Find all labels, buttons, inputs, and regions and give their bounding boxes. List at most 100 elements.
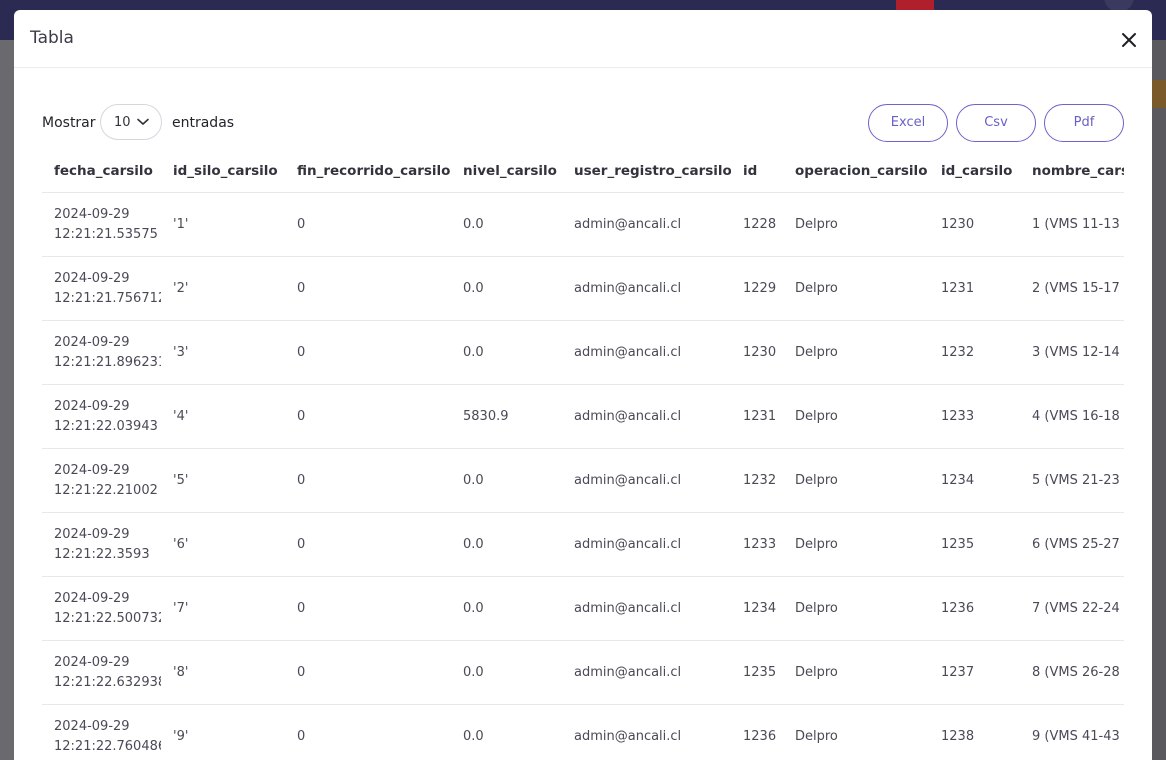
entries-label: entradas	[172, 115, 235, 131]
column-header[interactable]: id_carsilo	[929, 150, 1020, 193]
cell-user: admin@ancali.cl	[562, 320, 731, 385]
background-alert-button	[896, 0, 934, 10]
close-icon	[1122, 33, 1136, 47]
cell-nivel: 0.0	[451, 512, 562, 577]
table-row: 2024-09-29 12:21:21.896231 '3' 0 0.0 admi…	[42, 320, 1124, 385]
pdf-button[interactable]: Pdf	[1044, 104, 1124, 142]
cell-operacion: Delpro	[783, 512, 929, 577]
cell-nombre: 1 (VMS 11-13	[1020, 192, 1124, 257]
cell-id-silo: '9'	[161, 704, 285, 760]
cell-user: admin@ancali.cl	[562, 256, 731, 321]
cell-date: 2024-09-29	[54, 462, 130, 478]
column-header[interactable]: fin_recorrido_carsilo	[285, 150, 451, 193]
table-modal: Tabla Mostrar 10 entradas Excel Csv Pdf …	[14, 10, 1152, 760]
cell-time: 12:21:22.3593	[54, 546, 150, 562]
show-label: Mostrar	[42, 115, 96, 131]
cell-fecha: 2024-09-29 12:21:21.756712	[42, 256, 161, 321]
page-length-value: 10	[114, 115, 131, 130]
cell-id-silo: '8'	[161, 640, 285, 705]
cell-nivel: 0.0	[451, 576, 562, 641]
cell-id-carsilo: 1235	[929, 512, 1020, 577]
cell-fin-recorrido: 0	[285, 512, 451, 577]
cell-id: 1236	[731, 704, 783, 760]
column-header[interactable]: nombre_cars	[1020, 150, 1124, 193]
table-row: 2024-09-29 12:21:22.760486 '9' 0 0.0 admi…	[42, 704, 1124, 760]
cell-nivel: 0.0	[451, 704, 562, 760]
cell-fin-recorrido: 0	[285, 576, 451, 641]
cell-id-carsilo: 1234	[929, 448, 1020, 513]
cell-operacion: Delpro	[783, 320, 929, 385]
cell-id: 1235	[731, 640, 783, 705]
column-header[interactable]: id	[731, 150, 783, 193]
cell-id-carsilo: 1232	[929, 320, 1020, 385]
cell-operacion: Delpro	[783, 384, 929, 449]
column-header[interactable]: operacion_carsilo	[783, 150, 929, 193]
cell-id-silo: '5'	[161, 448, 285, 513]
cell-nombre: 2 (VMS 15-17	[1020, 256, 1124, 321]
cell-nombre: 4 (VMS 16-18	[1020, 384, 1124, 449]
table-row: 2024-09-29 12:21:22.632938 '8' 0 0.0 admi…	[42, 640, 1124, 705]
page-length-select[interactable]: 10	[100, 104, 162, 140]
table-row: 2024-09-29 12:21:21.756712 '2' 0 0.0 admi…	[42, 256, 1124, 321]
close-button[interactable]	[1118, 29, 1140, 51]
column-header[interactable]: nivel_carsilo	[451, 150, 562, 193]
table-header-row: fecha_carsilo id_silo_carsilo fin_recorr…	[42, 150, 1124, 193]
cell-operacion: Delpro	[783, 576, 929, 641]
cell-nivel: 0.0	[451, 256, 562, 321]
cell-user: admin@ancali.cl	[562, 384, 731, 449]
cell-id: 1232	[731, 448, 783, 513]
cell-id-carsilo: 1230	[929, 192, 1020, 257]
cell-nivel: 0.0	[451, 320, 562, 385]
cell-id-carsilo: 1231	[929, 256, 1020, 321]
cell-nombre: 6 (VMS 25-27	[1020, 512, 1124, 577]
cell-fin-recorrido: 0	[285, 448, 451, 513]
cell-operacion: Delpro	[783, 640, 929, 705]
cell-fecha: 2024-09-29 12:21:21.53575	[42, 192, 161, 257]
column-header[interactable]: fecha_carsilo	[42, 150, 161, 193]
background-sidebar	[0, 40, 14, 760]
cell-id-silo: '6'	[161, 512, 285, 577]
cell-id-silo: '3'	[161, 320, 285, 385]
column-header[interactable]: user_registro_carsilo	[562, 150, 731, 193]
table-row: 2024-09-29 12:21:22.21002 '5' 0 0.0 admin…	[42, 448, 1124, 513]
cell-fin-recorrido: 0	[285, 384, 451, 449]
cell-date: 2024-09-29	[54, 654, 130, 670]
cell-operacion: Delpro	[783, 704, 929, 760]
chevron-down-icon	[137, 118, 149, 126]
column-header[interactable]: id_silo_carsilo	[161, 150, 285, 193]
data-table: fecha_carsilo id_silo_carsilo fin_recorr…	[42, 150, 1124, 760]
cell-nivel: 0.0	[451, 640, 562, 705]
cell-nombre: 9 (VMS 41-43	[1020, 704, 1124, 760]
table-row: 2024-09-29 12:21:22.500732 '7' 0 0.0 admi…	[42, 576, 1124, 641]
table-body: 2024-09-29 12:21:21.53575 '1' 0 0.0 admin…	[42, 192, 1124, 760]
cell-id-carsilo: 1237	[929, 640, 1020, 705]
cell-fecha: 2024-09-29 12:21:21.896231	[42, 320, 161, 385]
cell-operacion: Delpro	[783, 192, 929, 257]
cell-fecha: 2024-09-29 12:21:22.3593	[42, 512, 161, 577]
excel-button[interactable]: Excel	[868, 104, 948, 142]
cell-user: admin@ancali.cl	[562, 448, 731, 513]
cell-date: 2024-09-29	[54, 590, 130, 606]
cell-id: 1229	[731, 256, 783, 321]
cell-fin-recorrido: 0	[285, 256, 451, 321]
cell-operacion: Delpro	[783, 448, 929, 513]
table-row: 2024-09-29 12:21:22.03943 '4' 0 5830.9 ad…	[42, 384, 1124, 449]
background-orange-tab	[1152, 80, 1166, 108]
cell-id-silo: '4'	[161, 384, 285, 449]
cell-time: 12:21:21.53575	[54, 226, 158, 242]
cell-id-carsilo: 1238	[929, 704, 1020, 760]
cell-user: admin@ancali.cl	[562, 192, 731, 257]
cell-nivel: 5830.9	[451, 384, 562, 449]
cell-time: 12:21:22.760486	[54, 738, 161, 754]
cell-nombre: 7 (VMS 22-24	[1020, 576, 1124, 641]
cell-id: 1233	[731, 512, 783, 577]
modal-title: Tabla	[30, 28, 74, 48]
cell-time: 12:21:22.21002	[54, 482, 158, 498]
cell-id-silo: '7'	[161, 576, 285, 641]
cell-fecha: 2024-09-29 12:21:22.03943	[42, 384, 161, 449]
cell-fin-recorrido: 0	[285, 704, 451, 760]
cell-date: 2024-09-29	[54, 718, 130, 734]
csv-button[interactable]: Csv	[956, 104, 1036, 142]
cell-date: 2024-09-29	[54, 334, 130, 350]
cell-id-silo: '1'	[161, 192, 285, 257]
